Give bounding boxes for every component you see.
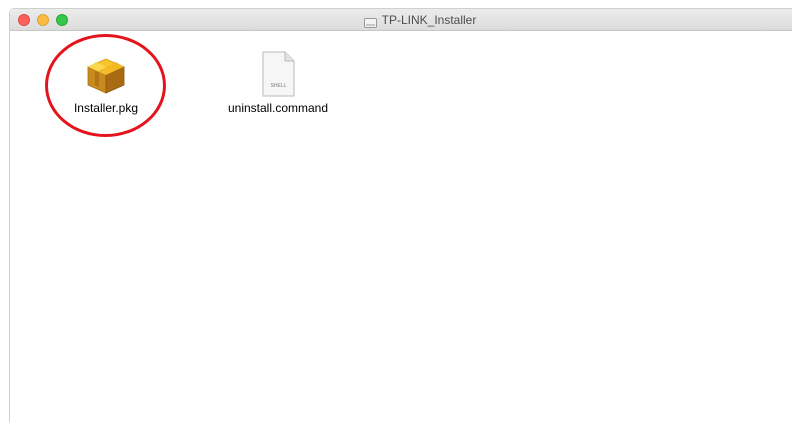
- package-icon[interactable]: [74, 41, 138, 97]
- file-name-label: uninstall.command: [227, 101, 329, 115]
- disk-image-icon: [363, 15, 377, 28]
- shell-script-icon[interactable]: SHELL: [246, 41, 310, 97]
- file-view[interactable]: Installer.pkg SHELL uninstall.command: [10, 31, 792, 422]
- window-title: TP-LINK_Installer: [381, 13, 477, 27]
- window-title-group: TP-LINK_Installer: [10, 9, 792, 31]
- file-item-installer-pkg[interactable]: Installer.pkg: [64, 41, 148, 115]
- file-name-label: Installer.pkg: [73, 101, 139, 115]
- shell-icon-text: SHELL: [271, 83, 287, 89]
- title-bar[interactable]: TP-LINK_Installer: [10, 9, 792, 31]
- file-item-uninstall-command[interactable]: SHELL uninstall.command: [208, 41, 348, 115]
- finder-window: TP-LINK_Installer Installer.pkg SHELL un…: [9, 8, 792, 422]
